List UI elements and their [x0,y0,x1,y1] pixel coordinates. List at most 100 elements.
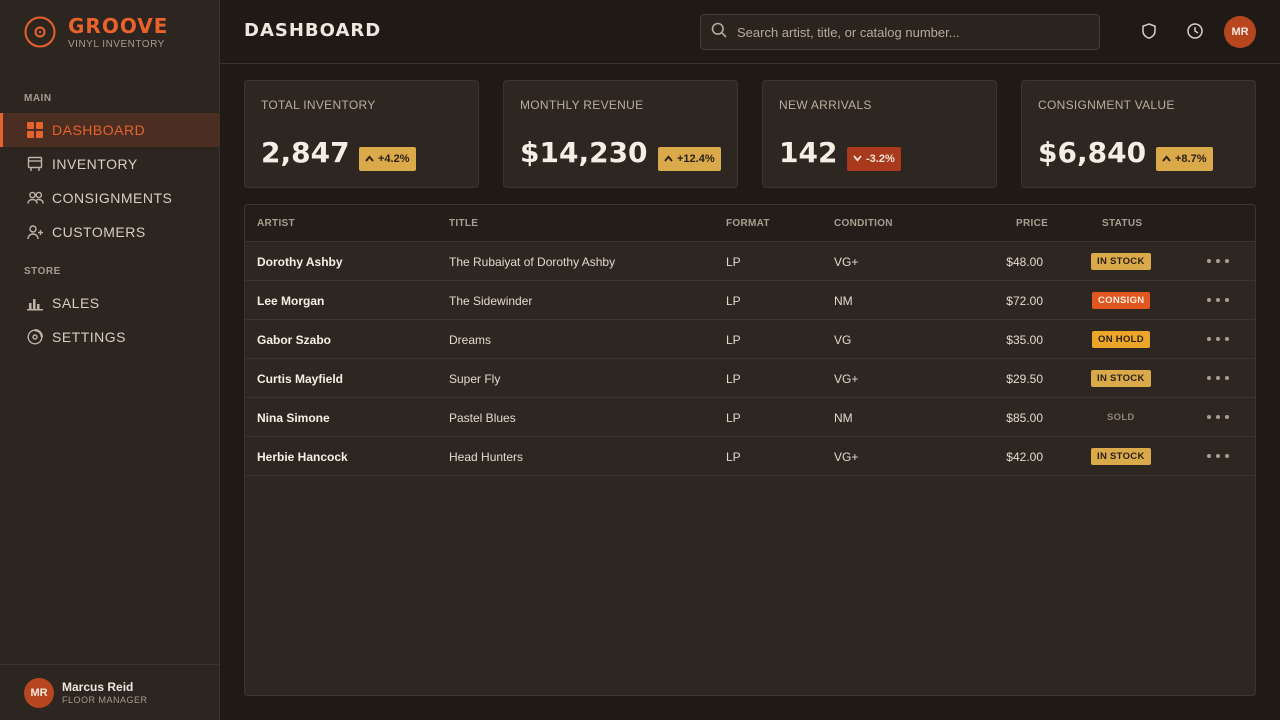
cell-price: $85.00 [1006,411,1043,425]
cell-title: Super Fly [449,372,501,386]
search-input[interactable] [737,24,1077,40]
dot-icon [1216,454,1220,458]
sidebar-item-dashboard[interactable]: DASHBOARD [0,113,220,147]
stat-value: $6,840 [1038,136,1147,169]
cell-title: Pastel Blues [449,411,516,425]
user-name: Marcus Reid [62,680,134,694]
row-more-button[interactable] [1207,331,1229,347]
stat-value: $14,230 [520,136,648,169]
stat-delta: -3.2% [847,147,901,171]
page-title: DASHBOARD [244,20,382,41]
vinyl-record-icon [24,16,56,48]
cell-price: $29.50 [1006,372,1043,386]
users-icon [26,189,44,207]
column-header-format[interactable]: FORMAT [726,218,770,229]
brand[interactable]: GROOVE VINYL INVENTORY [24,14,168,50]
stat-card-consignment-value[interactable]: CONSIGNMENT VALUE $6,840 +8.7% [1021,80,1256,188]
row-more-button[interactable] [1207,370,1229,386]
sidebar: GROOVE VINYL INVENTORY MAIN DASHBOARD IN… [0,0,220,720]
nav-section-main: MAIN [24,93,52,104]
stat-card-monthly-revenue[interactable]: MONTHLY REVENUE $14,230 +12.4% [503,80,738,188]
dot-icon [1207,337,1211,341]
status-badge: CONSIGN [1092,292,1151,309]
cell-format: LP [726,411,741,425]
status-badge: IN STOCK [1091,370,1151,387]
user-plus-icon [26,223,44,241]
dot-icon [1207,259,1211,263]
stat-card-total-inventory[interactable]: TOTAL INVENTORY 2,847 +4.2% [244,80,479,188]
table-row[interactable]: Nina Simone Pastel Blues LP NM $85.00 SO… [245,398,1255,437]
search-box[interactable] [700,14,1100,50]
sidebar-item-label: INVENTORY [52,156,138,172]
cell-format: LP [726,294,741,308]
dot-icon [1207,454,1211,458]
bar-chart-icon [26,294,44,312]
row-more-button[interactable] [1207,448,1229,464]
table-header: ARTIST TITLE FORMAT CONDITION PRICE STAT… [245,205,1255,242]
dot-icon [1207,376,1211,380]
cell-format: LP [726,333,741,347]
row-more-button[interactable] [1207,253,1229,269]
avatar[interactable]: MR [1224,16,1256,48]
table-row[interactable]: Gabor Szabo Dreams LP VG $35.00 ON HOLD [245,320,1255,359]
favorites-icon[interactable] [1138,20,1160,42]
stat-value: 142 [779,136,838,169]
cell-condition: NM [834,411,853,425]
arrow-up-icon [1162,154,1171,165]
row-more-button[interactable] [1207,292,1229,308]
dot-icon [1216,415,1220,419]
stat-delta: +12.4% [658,147,721,171]
sidebar-item-customers[interactable]: CUSTOMERS [0,215,220,249]
cell-condition: VG+ [834,255,859,269]
status-badge: IN STOCK [1091,253,1151,270]
top-bar: DASHBOARD MR [220,0,1280,64]
dot-icon [1225,298,1229,302]
stat-label: MONTHLY REVENUE [520,98,644,112]
cell-artist: Nina Simone [257,411,330,425]
inventory-table: ARTIST TITLE FORMAT CONDITION PRICE STAT… [244,204,1256,696]
brand-name: GROOVE [68,14,169,38]
sidebar-item-label: CUSTOMERS [52,224,146,240]
column-header-price[interactable]: PRICE [1016,218,1048,229]
stat-label: TOTAL INVENTORY [261,98,376,112]
stat-delta-text: +4.2% [378,153,410,165]
cell-title: The Sidewinder [449,294,533,308]
cell-artist: Gabor Szabo [257,333,332,347]
cell-condition: VG+ [834,450,859,464]
status-badge: ON HOLD [1092,331,1150,348]
cell-condition: VG+ [834,372,859,386]
record-icon [26,328,44,346]
dot-icon [1207,298,1211,302]
dot-icon [1216,259,1220,263]
stat-delta: +4.2% [359,147,416,171]
table-row[interactable]: Curtis Mayfield Super Fly LP VG+ $29.50 … [245,359,1255,398]
cell-title: Dreams [449,333,492,347]
current-user[interactable]: MR Marcus Reid FLOOR MANAGER [0,664,220,720]
row-more-button[interactable] [1207,409,1229,425]
history-icon[interactable] [1184,20,1206,42]
column-header-title[interactable]: TITLE [449,218,478,229]
table-row[interactable]: Herbie Hancock Head Hunters LP VG+ $42.0… [245,437,1255,476]
sidebar-item-consignments[interactable]: CONSIGNMENTS [0,181,220,215]
table-row[interactable]: Lee Morgan The Sidewinder LP NM $72.00 C… [245,281,1255,320]
sidebar-item-settings[interactable]: SETTINGS [0,320,220,354]
stat-card-new-arrivals[interactable]: NEW ARRIVALS 142 -3.2% [762,80,997,188]
status-badge: SOLD [1107,412,1135,423]
dot-icon [1225,337,1229,341]
column-header-status[interactable]: STATUS [1102,218,1142,229]
stat-delta-text: +12.4% [677,153,715,165]
column-header-artist[interactable]: ARTIST [257,218,295,229]
dot-icon [1225,454,1229,458]
sidebar-item-sales[interactable]: SALES [0,286,220,320]
table-row[interactable]: Dorothy Ashby The Rubaiyat of Dorothy As… [245,242,1255,281]
column-header-condition[interactable]: CONDITION [834,218,893,229]
cell-price: $48.00 [1006,255,1043,269]
stat-delta-text: +8.7% [1175,153,1207,165]
user-role: FLOOR MANAGER [62,695,148,705]
dot-icon [1216,376,1220,380]
sidebar-item-inventory[interactable]: INVENTORY [0,147,220,181]
sidebar-item-label: DASHBOARD [52,122,146,138]
cell-artist: Dorothy Ashby [257,255,343,269]
stat-delta: +8.7% [1156,147,1213,171]
dot-icon [1216,337,1220,341]
